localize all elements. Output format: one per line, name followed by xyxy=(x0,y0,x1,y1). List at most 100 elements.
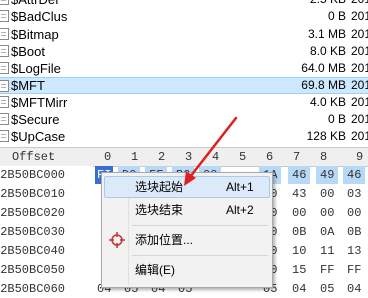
menu-item-label: 添加位置... xyxy=(135,233,194,247)
column-header: 6 xyxy=(266,150,274,164)
file-name: $BadClus xyxy=(11,9,68,24)
column-header: 4 xyxy=(212,150,220,164)
menu-item-add-position[interactable]: 添加位置... xyxy=(104,229,270,251)
menu-separator xyxy=(132,255,268,256)
file-icon xyxy=(0,80,9,92)
hex-cell[interactable]: FF xyxy=(320,261,334,279)
column-header: 9 xyxy=(356,150,364,164)
file-icon xyxy=(0,62,9,74)
column-header: 1 xyxy=(131,150,139,164)
hex-cell[interactable]: 00 xyxy=(292,204,306,222)
file-size: 128 KB xyxy=(306,129,346,143)
hex-cell[interactable]: 03 xyxy=(347,185,361,203)
hex-cell[interactable]: 04 xyxy=(292,280,306,298)
offset-value: 12B50BC020 xyxy=(0,206,66,220)
menu-item-label: 选块结束 xyxy=(135,203,184,217)
file-date: 201 xyxy=(351,95,368,109)
file-row[interactable]: $Bitmap 3.1 MB 201 xyxy=(0,26,368,43)
file-icon xyxy=(0,45,9,57)
file-date: 201 xyxy=(351,44,368,58)
offset-value: 12B50BC000 xyxy=(0,168,66,182)
hex-cell[interactable]: 00 xyxy=(347,204,361,222)
crosshair-icon xyxy=(109,232,125,248)
file-row[interactable]: $UpCase 128 KB 201 xyxy=(0,128,368,145)
file-icon xyxy=(0,96,9,108)
hex-cell[interactable]: 00 xyxy=(320,204,334,222)
file-size: 2.5 KB xyxy=(310,0,346,8)
file-size: 8.0 KB xyxy=(309,44,346,58)
hex-cell[interactable]: 0B xyxy=(292,223,306,241)
offset-value: 12B50BC040 xyxy=(0,244,66,258)
column-header: 7 xyxy=(293,150,301,164)
hex-cell[interactable]: 00 xyxy=(320,185,334,203)
file-list: $AttrDef 2.5 KB 201 $BadClus 0 B 201 $Bi… xyxy=(0,0,368,147)
file-row[interactable]: $MFTMirr 4.0 KB 201 xyxy=(0,94,368,111)
file-row[interactable]: $BadClus 0 B 201 xyxy=(0,8,368,25)
file-name: $Secure xyxy=(11,112,60,127)
hex-cell[interactable]: 0B xyxy=(347,223,361,241)
file-icon xyxy=(0,10,9,22)
hex-cell[interactable]: 0A xyxy=(320,223,334,241)
menu-item-select-start[interactable]: 选块起始 Alt+1 xyxy=(104,176,270,198)
hex-cell[interactable]: 49 xyxy=(316,166,339,184)
file-date: 201 xyxy=(351,0,368,8)
file-row[interactable]: $LogFile 64.0 MB 201 xyxy=(0,60,368,77)
hex-cell[interactable]: 05 xyxy=(320,280,334,298)
file-size: 4.0 KB xyxy=(309,95,346,109)
hex-cell[interactable]: FF xyxy=(347,261,361,279)
file-icon xyxy=(0,28,9,40)
hex-cell[interactable]: 10 xyxy=(292,242,306,260)
file-date: 201 xyxy=(351,27,368,41)
file-size: 3.1 MB xyxy=(307,27,346,41)
file-size: 69.8 MB xyxy=(301,78,346,92)
menu-item-edit[interactable]: 编辑(E) xyxy=(104,259,270,281)
hex-cell[interactable]: 46 xyxy=(343,166,366,184)
file-icon xyxy=(0,130,9,142)
hex-cell[interactable]: 04 xyxy=(347,280,361,298)
file-name: $Boot xyxy=(11,44,45,59)
hex-cell[interactable]: 13 xyxy=(347,242,361,260)
offset-value: 12B50BC010 xyxy=(0,187,66,201)
column-header: 2 xyxy=(158,150,166,164)
file-name: $LogFile xyxy=(11,61,61,76)
column-header: 8 xyxy=(320,150,328,164)
menu-item-select-end[interactable]: 选块结束 Alt+2 xyxy=(104,199,270,221)
file-size: 0 B xyxy=(327,9,346,23)
hex-cell[interactable]: 43 xyxy=(292,185,306,203)
file-name: $Bitmap xyxy=(11,27,59,42)
file-row[interactable]: $Secure 0 B 201 xyxy=(0,111,368,128)
hex-header: Offset 0 1 2 3 4 5 6 7 8 9 xyxy=(0,147,368,167)
file-name: $MFTMirr xyxy=(11,95,68,110)
offset-value: 12B50BC060 xyxy=(0,282,66,296)
hex-cell[interactable]: 11 xyxy=(320,242,334,260)
file-name: $MFT xyxy=(11,78,45,93)
file-icon xyxy=(0,113,9,125)
column-header: 5 xyxy=(239,150,247,164)
offset-header: Offset xyxy=(12,150,56,164)
column-header: 3 xyxy=(185,150,193,164)
file-row[interactable]: $Boot 8.0 KB 201 xyxy=(0,43,368,60)
offset-column: 12B50BC000 12B50BC010 12B50BC020 12B50BC… xyxy=(0,166,93,296)
file-row[interactable]: $AttrDef 2.5 KB 201 xyxy=(0,0,368,8)
file-size: 64.0 MB xyxy=(301,61,346,75)
context-menu: 选块起始 Alt+1 选块结束 Alt+2 添加位置... 编辑(E) xyxy=(101,172,273,288)
file-date: 201 xyxy=(351,61,368,75)
file-row-selected[interactable]: $MFT 69.8 MB 201 xyxy=(0,77,368,94)
file-date: 201 xyxy=(351,9,368,23)
offset-value: 12B50BC050 xyxy=(0,263,66,277)
offset-value: 12B50BC030 xyxy=(0,225,66,239)
menu-item-label: 选块起始 xyxy=(135,180,184,194)
file-icon xyxy=(0,0,9,5)
file-date: 201 xyxy=(351,129,368,143)
menu-item-label: 编辑(E) xyxy=(135,263,175,277)
menu-separator xyxy=(132,225,268,226)
file-date: 201 xyxy=(351,78,368,92)
file-size: 0 B xyxy=(327,112,346,126)
file-name: $UpCase xyxy=(11,129,66,144)
column-header: 0 xyxy=(104,150,112,164)
menu-item-shortcut: Alt+2 xyxy=(226,203,254,217)
hex-cell[interactable]: 15 xyxy=(292,261,306,279)
menu-item-shortcut: Alt+1 xyxy=(226,180,254,194)
hex-cell[interactable]: 46 xyxy=(288,166,311,184)
file-name: $AttrDef xyxy=(11,0,59,8)
